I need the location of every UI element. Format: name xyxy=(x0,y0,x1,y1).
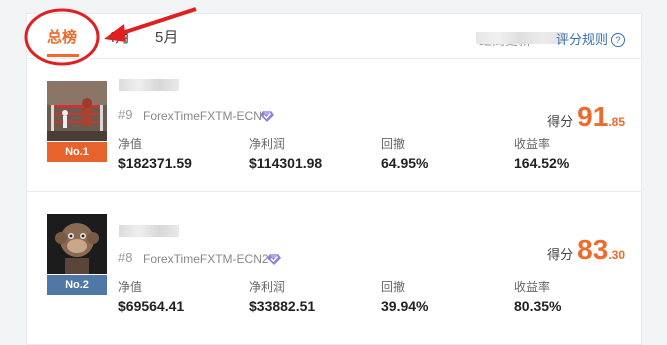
stat-drawdown: 回撤 39.94% xyxy=(381,278,428,314)
stat-value: 80.35% xyxy=(514,298,562,314)
score-decimal: .85 xyxy=(608,115,625,129)
tab-bar: 总榜 4月 5月 距离更新 评分规则? xyxy=(27,14,641,59)
stat-drawdown: 回撤 64.95% xyxy=(381,135,428,171)
stat-label: 收益率 xyxy=(514,280,551,294)
redacted-trader-name xyxy=(119,79,179,91)
redacted-trader-name xyxy=(119,225,179,237)
stat-net-value: 净值 $69564.41 xyxy=(118,278,184,314)
score: 得分 83.30 xyxy=(547,234,625,266)
stat-value: $114301.98 xyxy=(249,155,323,171)
stat-label: 净利润 xyxy=(249,280,286,294)
rank-number: #9 xyxy=(118,107,133,122)
avatar xyxy=(47,81,107,141)
stat-return-rate: 收益率 164.52% xyxy=(514,135,569,171)
stat-value: 64.95% xyxy=(381,155,429,171)
active-tab-indicator xyxy=(47,54,79,57)
stat-label: 净值 xyxy=(118,137,143,151)
leaderboard-card: 总榜 4月 5月 距离更新 评分规则? xyxy=(26,13,642,345)
stat-label: 回撤 xyxy=(381,137,406,151)
score-integer: 91 xyxy=(577,101,609,132)
stat-label: 净值 xyxy=(118,280,143,294)
score-integer: 83 xyxy=(577,234,609,265)
score-decimal: .30 xyxy=(608,248,625,262)
score: 得分 91.85 xyxy=(547,101,625,133)
diamond-verified-icon xyxy=(267,254,281,265)
avatar xyxy=(47,214,107,274)
stat-value: 39.94% xyxy=(381,298,429,314)
leaderboard-entry[interactable]: No.1 #9 ForexTimeFXTM-ECN 得分 91.85 净值 $18… xyxy=(27,59,641,192)
account-server: ForexTimeFXTM-ECN xyxy=(143,109,262,123)
score-label: 得分 xyxy=(547,247,574,262)
stat-value: $69564.41 xyxy=(118,298,185,314)
tab-may[interactable]: 5月 xyxy=(155,26,178,47)
stat-net-profit: 净利润 $114301.98 xyxy=(249,135,322,171)
tab-overall[interactable]: 总榜 xyxy=(47,26,77,47)
stat-value: $182371.59 xyxy=(118,155,192,171)
rank-badge: No.2 xyxy=(47,275,107,295)
score-label: 得分 xyxy=(547,114,574,129)
leaderboard-entry[interactable]: No.2 #8 ForexTimeFXTM-ECN2 得分 83.30 净值 $6… xyxy=(27,192,641,324)
rank-badge: No.1 xyxy=(47,142,107,162)
stat-label: 净利润 xyxy=(249,137,286,151)
stat-value: $33882.51 xyxy=(249,298,316,314)
help-circle-icon: ? xyxy=(611,33,625,47)
stat-label: 收益率 xyxy=(514,137,551,151)
account-server: ForexTimeFXTM-ECN2 xyxy=(143,252,269,266)
diamond-verified-icon xyxy=(260,111,274,122)
stat-return-rate: 收益率 80.35% xyxy=(514,278,561,314)
stat-net-profit: 净利润 $33882.51 xyxy=(249,278,315,314)
stat-net-value: 净值 $182371.59 xyxy=(118,135,192,171)
rank-number: #8 xyxy=(118,250,133,265)
redacted-countdown xyxy=(476,32,564,44)
scoring-rules-label: 评分规则 xyxy=(555,32,608,47)
stat-value: 164.52% xyxy=(514,155,570,171)
tab-april[interactable]: 4月 xyxy=(107,26,130,47)
scoring-rules-link[interactable]: 评分规则? xyxy=(556,29,625,48)
stat-label: 回撤 xyxy=(381,280,406,294)
